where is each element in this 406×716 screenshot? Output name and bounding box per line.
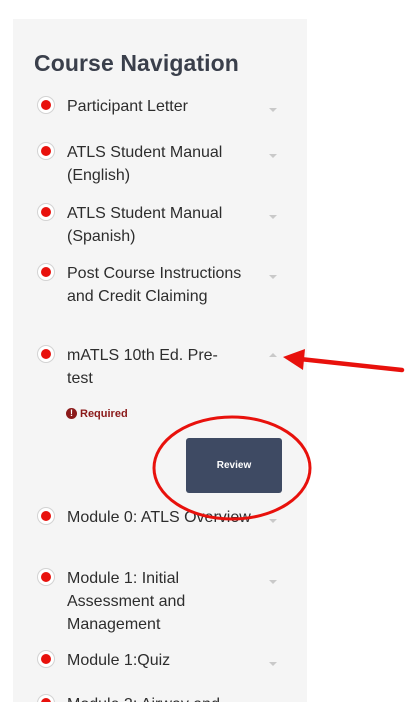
course-navigation-panel: Course Navigation Participant Letter ATL…	[13, 19, 307, 702]
radio-selected-icon[interactable]	[37, 568, 55, 586]
chevron-up-icon[interactable]	[269, 353, 277, 357]
nav-item-module-2[interactable]: Module 2: Airway and	[13, 693, 307, 702]
chevron-down-icon[interactable]	[269, 662, 277, 666]
radio-selected-icon[interactable]	[37, 96, 55, 114]
chevron-down-icon[interactable]	[269, 215, 277, 219]
radio-selected-icon[interactable]	[37, 345, 55, 363]
nav-item-atls-manual-english[interactable]: ATLS Student Manual (English)	[13, 141, 307, 189]
nav-item-label: Module 1:Quiz	[67, 652, 171, 669]
nav-item-label: mATLS 10th Ed. Pre-test	[67, 347, 218, 387]
nav-item-label: Participant Letter	[67, 98, 188, 115]
nav-item-label: Module 2: Airway and	[67, 693, 257, 702]
chevron-down-icon[interactable]	[269, 519, 277, 523]
nav-item-participant-letter[interactable]: Participant Letter	[13, 95, 307, 121]
radio-selected-icon[interactable]	[37, 263, 55, 281]
radio-selected-icon[interactable]	[37, 142, 55, 160]
nav-item-atls-manual-spanish[interactable]: ATLS Student Manual (Spanish)	[13, 202, 307, 250]
nav-item-post-course-instructions[interactable]: Post Course Instructions and Credit Clai…	[13, 262, 307, 332]
required-notice: ! Required	[66, 405, 128, 420]
nav-item-label: ATLS Student Manual (English)	[67, 144, 223, 184]
panel-title: Course Navigation	[34, 50, 239, 76]
nav-item-label: Module 0: ATLS Overview	[67, 509, 251, 526]
chevron-down-icon[interactable]	[269, 580, 277, 584]
nav-item-label: ATLS Student Manual (Spanish)	[67, 205, 223, 245]
nav-item-pretest[interactable]: mATLS 10th Ed. Pre-test	[13, 344, 307, 392]
nav-item-module-1[interactable]: Module 1: Initial Assessment and Managem…	[13, 567, 307, 637]
nav-item-module-1-quiz[interactable]: Module 1:Quiz	[13, 649, 307, 675]
radio-selected-icon[interactable]	[37, 694, 55, 702]
radio-selected-icon[interactable]	[37, 507, 55, 525]
radio-selected-icon[interactable]	[37, 650, 55, 668]
nav-item-label: Post Course Instructions and Credit Clai…	[67, 265, 242, 305]
radio-selected-icon[interactable]	[37, 203, 55, 221]
review-button[interactable]: Review	[186, 438, 282, 493]
nav-item-label: Module 1: Initial Assessment and Managem…	[67, 570, 186, 633]
nav-item-module-0[interactable]: Module 0: ATLS Overview	[13, 506, 307, 554]
alert-icon: !	[66, 408, 77, 420]
arrow-shaft	[297, 356, 405, 373]
required-label: Required	[80, 407, 128, 420]
page: Course Navigation Participant Letter ATL…	[0, 0, 406, 716]
chevron-down-icon[interactable]	[269, 154, 277, 158]
chevron-down-icon[interactable]	[269, 108, 277, 112]
chevron-down-icon[interactable]	[269, 275, 277, 279]
